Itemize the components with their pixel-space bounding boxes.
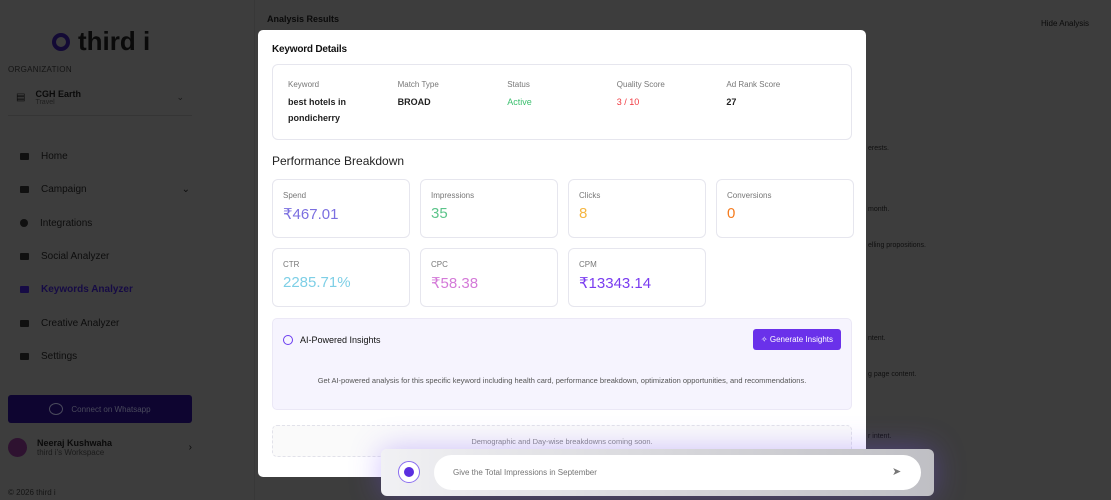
sidebar: third i ORGANIZATION ▤ CGH Earth Travel ⌄… — [0, 0, 255, 500]
detail-label: Quality Score — [616, 80, 665, 89]
detail-label: Status — [507, 80, 530, 89]
quality-score: 3 / 10 — [616, 97, 640, 107]
bg-text: r intent. — [868, 433, 892, 440]
ad-rank-score: 27 — [726, 97, 737, 107]
metric-card-spend: Spend ₹467.01 — [272, 179, 410, 238]
metric-value: ₹58.38 — [431, 275, 479, 292]
nav-label: Keywords Analyzer — [41, 284, 133, 296]
nav-keywords-analyzer[interactable]: Keywords Analyzer — [20, 273, 190, 306]
detail-label: Match Type — [397, 80, 439, 89]
chevron-down-icon: ⌄ — [181, 184, 190, 196]
user-workspace: third i's Workspace — [37, 448, 105, 457]
hide-analysis-button[interactable]: Hide Analysis — [1035, 17, 1095, 30]
nav-home[interactable]: Home — [20, 140, 190, 173]
nav-label: Social Analyzer — [41, 251, 110, 263]
nav-label: Settings — [41, 350, 78, 362]
user-menu[interactable]: Neeraj Kushwaha third i's Workspace › — [8, 438, 192, 457]
metric-label: CTR — [283, 260, 300, 269]
keyword-details-card: Keyword best hotels in pondicherry Match … — [272, 64, 852, 140]
copyright: © 2026 third i — [8, 488, 56, 497]
settings-icon — [20, 352, 29, 360]
detail-value: BROAD — [397, 97, 431, 107]
chevron-right-icon: › — [188, 442, 192, 453]
ai-insights-panel: AI-Powered Insights ✧ Generate Insights … — [272, 318, 852, 410]
metric-label: Conversions — [727, 191, 772, 200]
detail-label: Ad Rank Score — [726, 80, 781, 89]
detail-label: Keyword — [288, 80, 320, 89]
metric-card-cpc: CPC ₹58.38 — [420, 248, 558, 307]
chevron-down-icon: ⌄ — [176, 92, 184, 102]
avatar — [8, 438, 27, 457]
keyword-details-modal: Keyword Details Keyword best hotels in po… — [258, 30, 866, 477]
org-selector[interactable]: ▤ CGH Earth Travel ⌄ — [8, 80, 192, 116]
brain-icon — [283, 335, 293, 345]
metric-label: Impressions — [431, 191, 475, 200]
bg-text: g page content. — [868, 371, 917, 378]
metric-value: 0 — [727, 205, 736, 222]
chat-bubble-icon — [49, 403, 64, 415]
nav: Home Campaign ⌄ Integrations Social Analy… — [20, 140, 190, 373]
bg-text: elling propositions. — [868, 242, 926, 249]
metric-label: Spend — [283, 191, 307, 200]
ai-title: AI-Powered Insights — [300, 335, 381, 345]
brand-name: third i — [78, 26, 151, 56]
metric-label: CPM — [579, 260, 597, 269]
nav-label: Campaign — [41, 184, 87, 196]
metric-label: CPC — [431, 260, 448, 269]
instagram-icon — [20, 253, 29, 261]
nav-label: Home — [41, 151, 68, 163]
lightbulb-icon — [20, 319, 29, 327]
whatsapp-button[interactable]: Connect on Whatsapp — [8, 395, 192, 423]
metric-value: 8 — [579, 205, 588, 222]
org-name: CGH Earth — [35, 89, 81, 99]
modal-title: Keyword Details — [272, 44, 347, 55]
logo: third i — [52, 26, 150, 57]
status-badge: Active — [507, 97, 532, 107]
chat-input[interactable] — [434, 455, 921, 490]
tag-icon — [20, 286, 29, 294]
bg-text: erests. — [868, 145, 890, 152]
metric-value: ₹467.01 — [283, 206, 339, 223]
ai-description: Get AI-powered analysis for this specifi… — [317, 376, 807, 385]
metric-card-clicks: Clicks 8 — [568, 179, 706, 238]
metric-label: Clicks — [579, 191, 601, 200]
metric-card-cpm: CPM ₹13343.14 — [568, 248, 706, 307]
campaign-icon — [20, 186, 29, 194]
metric-card-ctr: CTR 2285.71% — [272, 248, 410, 307]
whatsapp-label: Connect on Whatsapp — [71, 404, 151, 414]
logo-icon — [52, 32, 70, 51]
nav-social-analyzer[interactable]: Social Analyzer — [20, 240, 190, 273]
home-icon — [20, 153, 29, 161]
nav-label: Creative Analyzer — [41, 317, 120, 329]
bg-text: month. — [868, 206, 890, 213]
assistant-icon[interactable] — [398, 461, 420, 483]
generate-insights-button[interactable]: ✧ Generate Insights — [752, 329, 841, 350]
page-title: Analysis Results — [267, 14, 340, 24]
nav-settings[interactable]: Settings — [20, 340, 190, 373]
chat-bar: ➤ — [381, 449, 934, 496]
metric-card-conversions: Conversions 0 — [716, 179, 854, 238]
send-icon[interactable]: ➤ — [892, 465, 901, 478]
metric-card-impressions: Impressions 35 — [420, 179, 558, 238]
detail-value: best hotels in pondicherry — [288, 97, 347, 123]
metrics-grid: Spend ₹467.01 Impressions 35 Clicks 8 Conversi… — [272, 179, 854, 307]
nav-campaign[interactable]: Campaign ⌄ — [20, 173, 190, 206]
metric-value: 35 — [431, 205, 448, 222]
org-type: Travel — [35, 99, 55, 106]
metric-value: 2285.71% — [283, 274, 351, 291]
nav-integrations[interactable]: Integrations — [20, 207, 190, 240]
integrations-icon — [20, 219, 28, 228]
metric-value: ₹13343.14 — [579, 275, 652, 292]
section-title: Performance Breakdown — [272, 154, 405, 168]
building-icon: ▤ — [16, 92, 26, 103]
button-label: Generate Insights — [769, 335, 833, 344]
nav-creative-analyzer[interactable]: Creative Analyzer — [20, 306, 190, 339]
org-label: ORGANIZATION — [8, 65, 72, 74]
user-name: Neeraj Kushwaha — [37, 438, 113, 448]
bg-text: ntent. — [868, 335, 886, 342]
nav-label: Integrations — [40, 217, 93, 229]
